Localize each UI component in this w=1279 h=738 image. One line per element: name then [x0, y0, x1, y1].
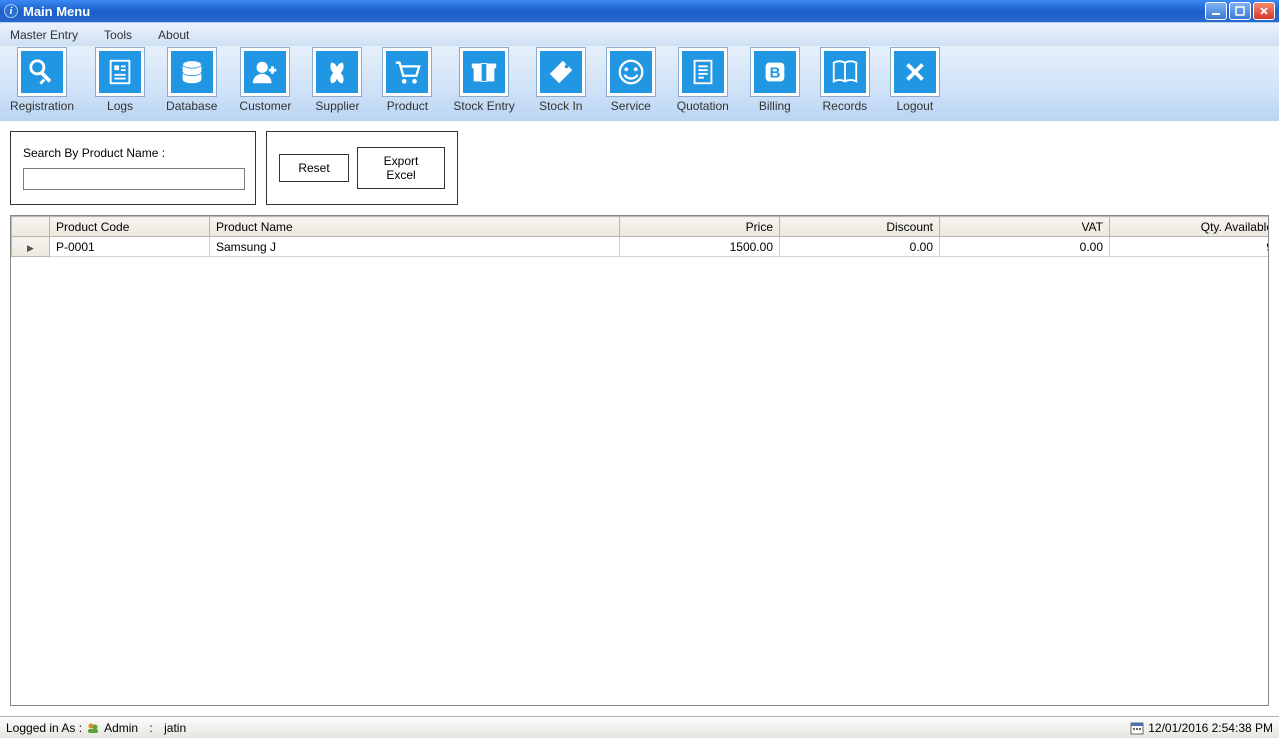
toolbar-logout[interactable]: Logout — [891, 48, 939, 113]
menu-tools[interactable]: Tools — [100, 26, 136, 44]
actions-group: Reset Export Excel — [266, 131, 458, 205]
status-right: 12/01/2016 2:54:38 PM — [1130, 721, 1273, 735]
b-icon: B — [751, 48, 799, 96]
database-icon — [168, 48, 216, 96]
toolbar-label: Service — [611, 99, 651, 113]
toolbar-label: Stock In — [539, 99, 582, 113]
toolbar-label: Logs — [107, 99, 133, 113]
col-vat[interactable]: VAT — [940, 217, 1110, 237]
col-discount[interactable]: Discount — [780, 217, 940, 237]
minimize-button[interactable] — [1205, 2, 1227, 20]
close-button[interactable] — [1253, 2, 1275, 20]
status-left: Logged in As : Admin : jatin — [6, 721, 186, 735]
row-selector[interactable] — [12, 237, 50, 257]
toolbar-stock-in[interactable]: Stock In — [537, 48, 585, 113]
status-datetime: 12/01/2016 2:54:38 PM — [1148, 721, 1273, 735]
toolbar-records[interactable]: Records — [821, 48, 869, 113]
col-price[interactable]: Price — [620, 217, 780, 237]
toolbar-label: Records — [822, 99, 867, 113]
col-product-code[interactable]: Product Code — [50, 217, 210, 237]
toolbar-label: Registration — [10, 99, 74, 113]
reset-button[interactable]: Reset — [279, 154, 349, 182]
status-logged-prefix: Logged in As : — [6, 721, 82, 735]
toolbar-label: Product — [387, 99, 428, 113]
toolbar: Registration Logs Database Customer Supplier… — [0, 46, 1279, 121]
svg-text:B: B — [769, 65, 780, 82]
toolbar-service[interactable]: Service — [607, 48, 655, 113]
titlebar: i Main Menu — [0, 0, 1279, 22]
toolbar-label: Stock Entry — [453, 99, 514, 113]
window-controls — [1205, 2, 1275, 20]
x-icon — [891, 48, 939, 96]
col-product-name[interactable]: Product Name — [210, 217, 620, 237]
toolbar-label: Billing — [759, 99, 791, 113]
toolbar-stock-entry[interactable]: Stock Entry — [453, 48, 514, 113]
export-excel-button[interactable]: Export Excel — [357, 147, 445, 189]
menu-about[interactable]: About — [154, 26, 193, 44]
toolbar-label: Supplier — [315, 99, 359, 113]
search-input[interactable] — [23, 168, 245, 190]
toolbar-label: Quotation — [677, 99, 729, 113]
toolbar-supplier[interactable]: Supplier — [313, 48, 361, 113]
menu-master-entry[interactable]: Master Entry — [6, 26, 82, 44]
toolbar-label: Database — [166, 99, 217, 113]
controls-row: Search By Product Name : Reset Export Ex… — [10, 131, 1269, 205]
status-role: Admin — [104, 721, 138, 735]
tag-icon — [537, 48, 585, 96]
app-icon: i — [4, 4, 18, 18]
cell-code[interactable]: P-0001 — [50, 237, 210, 257]
key-icon — [18, 48, 66, 96]
data-grid[interactable]: Product Code Product Name Price Discount… — [10, 215, 1269, 706]
statusbar: Logged in As : Admin : jatin 12/01/2016 … — [0, 716, 1279, 738]
toolbar-label: Customer — [239, 99, 291, 113]
cart-icon — [383, 48, 431, 96]
col-qty[interactable]: Qty. Available — [1110, 217, 1270, 237]
smile-icon — [607, 48, 655, 96]
cell-qty[interactable]: 9 — [1110, 237, 1270, 257]
maximize-button[interactable] — [1229, 2, 1251, 20]
supplier-icon — [313, 48, 361, 96]
row-header-corner — [12, 217, 50, 237]
status-sep: : — [149, 721, 152, 735]
cell-name[interactable]: Samsung J — [210, 237, 620, 257]
cell-discount[interactable]: 0.00 — [780, 237, 940, 257]
calendar-icon — [1130, 721, 1144, 735]
cell-price[interactable]: 1500.00 — [620, 237, 780, 257]
toolbar-customer[interactable]: Customer — [239, 48, 291, 113]
users-icon — [86, 721, 100, 735]
content-area: Search By Product Name : Reset Export Ex… — [0, 121, 1279, 716]
book-icon — [821, 48, 869, 96]
window-title: Main Menu — [23, 4, 1205, 19]
cell-vat[interactable]: 0.00 — [940, 237, 1110, 257]
toolbar-logs[interactable]: Logs — [96, 48, 144, 113]
doc-icon — [679, 48, 727, 96]
toolbar-quotation[interactable]: Quotation — [677, 48, 729, 113]
grid-header-row: Product Code Product Name Price Discount… — [12, 217, 1270, 237]
search-label: Search By Product Name : — [23, 146, 243, 160]
toolbar-product[interactable]: Product — [383, 48, 431, 113]
search-group: Search By Product Name : — [10, 131, 256, 205]
toolbar-registration[interactable]: Registration — [10, 48, 74, 113]
box-icon — [460, 48, 508, 96]
customer-icon — [241, 48, 289, 96]
toolbar-billing[interactable]: B Billing — [751, 48, 799, 113]
toolbar-label: Logout — [896, 99, 933, 113]
status-user: jatin — [164, 721, 186, 735]
table-row[interactable]: P-0001Samsung J1500.000.000.009 — [12, 237, 1270, 257]
log-icon — [96, 48, 144, 96]
toolbar-database[interactable]: Database — [166, 48, 217, 113]
menubar: Master Entry Tools About — [0, 22, 1279, 46]
